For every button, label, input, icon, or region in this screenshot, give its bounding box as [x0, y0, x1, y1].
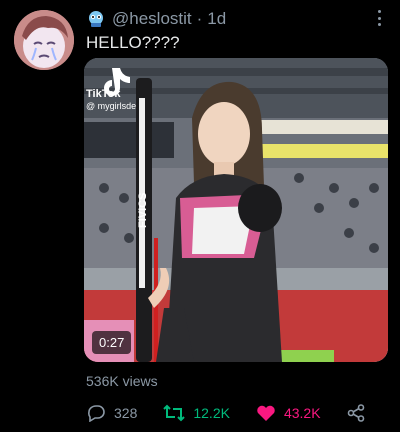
reply-icon: [88, 405, 105, 422]
share-icon: [347, 404, 364, 422]
tiktok-watermark-brand: TikTok: [86, 88, 121, 100]
like-button[interactable]: 43.2K: [256, 404, 321, 422]
retweet-count: 12.2K: [193, 405, 230, 421]
author-handle[interactable]: @heslostit: [112, 9, 192, 29]
video-player[interactable]: TikTok @ mygirlsde FIVICS 0:27: [84, 58, 388, 362]
tiktok-watermark-handle: @ mygirlsde: [86, 101, 137, 111]
timestamp[interactable]: 1d: [207, 9, 226, 29]
tweet-header: @heslostit · 1d: [86, 8, 390, 30]
reply-count: 328: [114, 405, 138, 421]
action-bar: 328 12.2K 43.2K: [86, 402, 380, 424]
retweet-icon: [163, 404, 186, 422]
more-icon[interactable]: [376, 10, 382, 26]
heart-icon: [257, 405, 275, 421]
avatar-image: [14, 10, 74, 70]
avatar[interactable]: [14, 10, 74, 70]
emoji-badge-icon: [89, 11, 103, 27]
bow-label: FIVICS: [137, 192, 149, 228]
like-count: 43.2K: [283, 405, 321, 421]
retweet-button[interactable]: 12.2K: [163, 404, 230, 422]
share-button[interactable]: [347, 404, 373, 422]
video-duration: 0:27: [92, 331, 132, 354]
tweet-text: HELLO????: [86, 33, 180, 52]
view-count: 536K views: [86, 373, 158, 389]
separator-dot: ·: [196, 9, 203, 28]
reply-button[interactable]: 328: [86, 404, 137, 422]
